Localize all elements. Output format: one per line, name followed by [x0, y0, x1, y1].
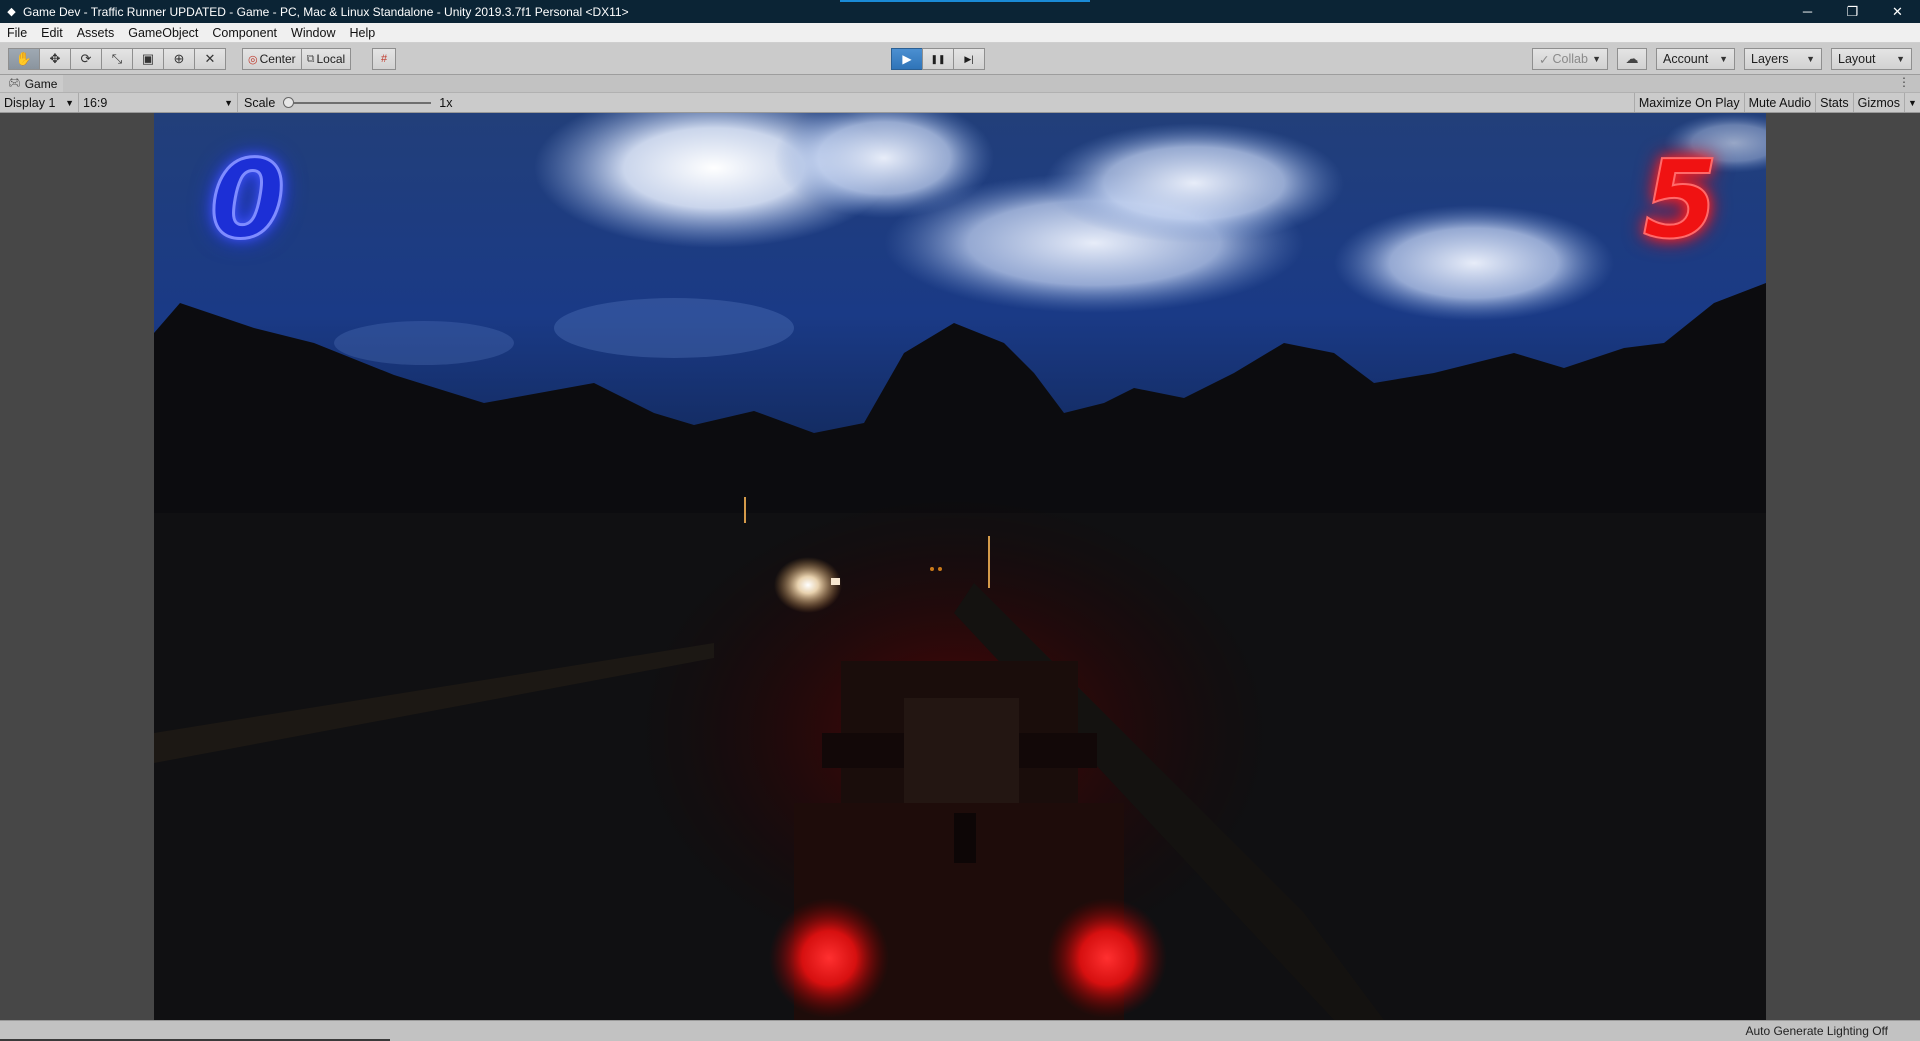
game-scene	[154, 113, 1766, 1020]
layers-dropdown[interactable]: Layers ▼	[1744, 48, 1822, 70]
tab-game[interactable]: 🎮︎ Game	[0, 75, 64, 92]
menu-file[interactable]: File	[0, 26, 34, 40]
hand-tool-icon: ✋	[15, 51, 33, 66]
layers-label: Layers	[1751, 52, 1789, 66]
chevron-down-icon: ▼	[1908, 97, 1917, 108]
pivot-center-icon: ◎	[248, 53, 258, 66]
menu-component[interactable]: Component	[205, 26, 284, 40]
cloud-button[interactable]: ☁	[1617, 48, 1647, 70]
menu-bar: File Edit Assets GameObject Component Wi…	[0, 23, 1920, 43]
main-toolbar: ✋ ✥ ⟳ ⤡ ▣ ⊕ ✕ ◎ Center ⧉ Local # ▶ ❚❚ ▶|…	[0, 43, 1920, 75]
cloud-icon: ☁	[1625, 51, 1639, 66]
lighting-status[interactable]: Auto Generate Lighting Off	[1745, 1024, 1888, 1038]
game-view-controls: Display 1 ▼ 16:9 ▼ Scale 1x Maximize On …	[0, 92, 1920, 113]
player-score: 0	[208, 138, 286, 263]
gamepad-icon: 🎮︎	[8, 78, 21, 89]
scale-label: Scale	[244, 95, 276, 110]
window-controls: ─ ❐ ✕	[1785, 0, 1920, 23]
game-view-toggles: Maximize On Play Mute Audio Stats Gizmos…	[1633, 93, 1920, 112]
aspect-value: 16:9	[83, 95, 108, 110]
pivot-controls: ◎ Center ⧉ Local	[242, 48, 352, 70]
game-render[interactable]: 0 5	[154, 113, 1766, 1020]
close-button[interactable]: ✕	[1875, 0, 1920, 23]
kebab-menu-icon[interactable]: ⋮	[1898, 75, 1910, 89]
menu-gameobject[interactable]: GameObject	[121, 26, 205, 40]
menu-window[interactable]: Window	[284, 26, 342, 40]
scale-value: 1x	[439, 95, 453, 110]
collab-check-icon: ✓	[1539, 52, 1550, 67]
collab-dropdown[interactable]: ✓ Collab ▼	[1532, 48, 1608, 70]
rect-tool-button[interactable]: ▣	[132, 48, 164, 70]
game-viewport[interactable]: 0 5	[0, 113, 1920, 1020]
menu-help[interactable]: Help	[342, 26, 382, 40]
chevron-down-icon: ▼	[1806, 54, 1815, 64]
minimize-button[interactable]: ─	[1785, 0, 1830, 23]
chevron-down-icon: ▼	[1719, 54, 1728, 64]
play-icon: ▶	[902, 52, 912, 66]
pause-button[interactable]: ❚❚	[922, 48, 954, 70]
gizmos-toggle[interactable]: Gizmos	[1852, 93, 1904, 112]
window-title-bar: ◆ Game Dev - Traffic Runner UPDATED - Ga…	[0, 0, 1920, 23]
menu-assets[interactable]: Assets	[70, 26, 122, 40]
scale-tool-button[interactable]: ⤡	[101, 48, 133, 70]
pivot-rotation-label: Local	[316, 52, 346, 66]
display-value: Display 1	[4, 95, 56, 110]
transform-tool-button[interactable]: ⊕	[163, 48, 195, 70]
play-button[interactable]: ▶	[891, 48, 923, 70]
playback-controls: ▶ ❚❚ ▶|	[891, 48, 985, 70]
scale-slider-thumb[interactable]	[283, 96, 295, 108]
transform-tool-icon: ⊕	[173, 51, 185, 66]
hand-tool-button[interactable]: ✋	[8, 48, 40, 70]
custom-tool-icon: ✕	[204, 51, 216, 66]
chevron-down-icon: ▼	[1592, 54, 1601, 64]
restore-button[interactable]: ❐	[1830, 0, 1875, 23]
gizmos-label: Gizmos	[1857, 95, 1900, 110]
window-title: Game Dev - Traffic Runner UPDATED - Game…	[23, 4, 629, 19]
pivot-local-icon: ⧉	[306, 52, 315, 65]
title-accent-line	[840, 0, 1090, 2]
move-tool-icon: ✥	[49, 51, 61, 66]
scale-control: Scale 1x	[238, 93, 452, 112]
mute-audio-toggle[interactable]: Mute Audio	[1743, 93, 1816, 112]
layout-label: Layout	[1838, 52, 1876, 66]
opponent-score: 5	[1642, 138, 1719, 263]
scale-tool-icon: ⤡	[111, 51, 123, 66]
pivot-mode-button[interactable]: ◎ Center	[242, 48, 302, 70]
scale-slider[interactable]	[283, 96, 432, 108]
grid-snap-button[interactable]: #	[372, 48, 396, 70]
chevron-down-icon: ▼	[1896, 54, 1905, 64]
maximize-on-play-toggle[interactable]: Maximize On Play	[1633, 93, 1744, 112]
gizmos-dropdown[interactable]: ▼	[1904, 93, 1920, 112]
display-select[interactable]: Display 1 ▼	[0, 93, 79, 112]
rotate-tool-icon: ⟳	[80, 51, 92, 66]
move-tool-button[interactable]: ✥	[39, 48, 71, 70]
tab-game-label: Game	[24, 76, 58, 91]
game-tab-bar: 🎮︎ Game ⋮	[0, 75, 1920, 92]
grid-snap-icon: #	[380, 53, 388, 65]
status-bar: Auto Generate Lighting Off	[0, 1020, 1920, 1041]
step-button[interactable]: ▶|	[953, 48, 985, 70]
unity-icon: ◆	[7, 6, 16, 18]
chevron-down-icon: ▼	[65, 97, 74, 108]
aspect-select[interactable]: 16:9 ▼	[79, 93, 238, 112]
rotate-tool-button[interactable]: ⟳	[70, 48, 102, 70]
pause-icon: ❚❚	[930, 53, 946, 64]
pivot-rotation-button[interactable]: ⧉ Local	[300, 48, 352, 70]
rect-tool-icon: ▣	[141, 51, 155, 66]
chevron-down-icon: ▼	[224, 97, 233, 108]
transform-tools: ✋ ✥ ⟳ ⤡ ▣ ⊕ ✕	[8, 48, 226, 70]
custom-tool-button[interactable]: ✕	[194, 48, 226, 70]
account-dropdown[interactable]: Account ▼	[1656, 48, 1735, 70]
layout-dropdown[interactable]: Layout ▼	[1831, 48, 1912, 70]
step-icon: ▶|	[964, 53, 974, 64]
collab-label: Collab	[1552, 52, 1588, 66]
stats-toggle[interactable]: Stats	[1815, 93, 1853, 112]
account-label: Account	[1663, 52, 1709, 66]
pivot-mode-label: Center	[259, 52, 296, 66]
snap-controls: #	[372, 48, 396, 70]
menu-edit[interactable]: Edit	[34, 26, 70, 40]
